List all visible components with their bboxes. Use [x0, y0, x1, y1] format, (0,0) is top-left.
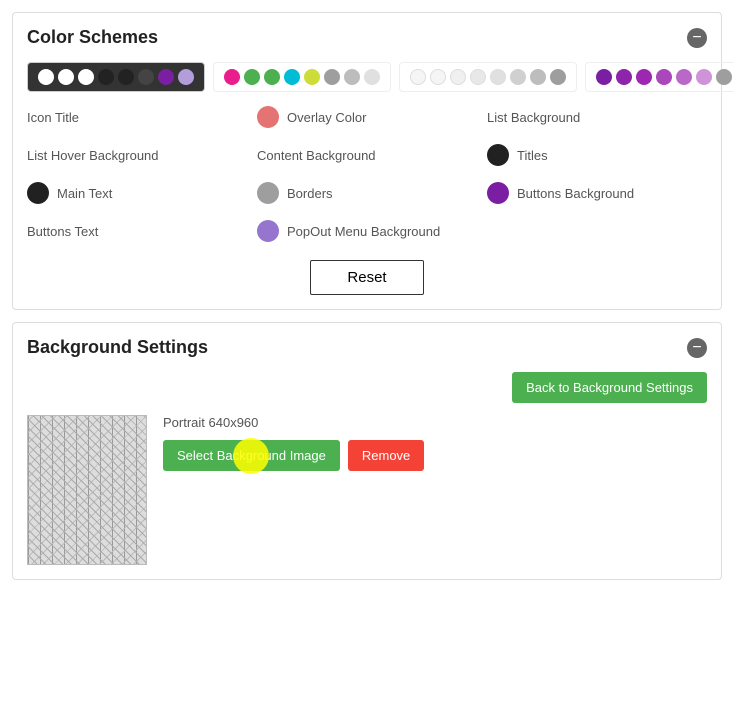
reset-row: Reset	[27, 260, 707, 295]
color-schemes-section: Color Schemes	[12, 12, 722, 310]
color-item-buttons-text: Buttons Text	[27, 220, 247, 242]
color-item-buttons-bg: Buttons Background	[487, 182, 707, 204]
scheme-3-dot-1	[410, 69, 426, 85]
borders-dot	[257, 182, 279, 204]
scheme-3-dot-4	[470, 69, 486, 85]
scheme-4-dot-2	[616, 69, 632, 85]
scheme-1-dot-5	[118, 69, 134, 85]
overlay-color-label: Overlay Color	[287, 110, 366, 125]
color-item-overlay: Overlay Color	[257, 106, 477, 128]
background-settings-header: Background Settings	[27, 337, 707, 358]
list-background-label: List Background	[487, 110, 580, 125]
scheme-3[interactable]	[399, 62, 577, 92]
background-settings-title: Background Settings	[27, 337, 208, 358]
scheme-4-dot-4	[656, 69, 672, 85]
bg-info: Portrait 640x960 Select Background Image…	[163, 415, 424, 471]
scheme-1-dot-1	[38, 69, 54, 85]
main-text-label: Main Text	[57, 186, 112, 201]
scheme-1-dot-7	[158, 69, 174, 85]
color-item-content-bg: Content Background	[257, 144, 477, 166]
back-to-background-button[interactable]: Back to Background Settings	[512, 372, 707, 403]
scheme-1-dot-6	[138, 69, 154, 85]
bg-thumbnail	[27, 415, 147, 565]
color-schemes-header: Color Schemes	[27, 27, 707, 48]
scheme-2-dot-4	[284, 69, 300, 85]
main-text-dot	[27, 182, 49, 204]
bg-thumbnail-pattern	[28, 416, 146, 564]
scheme-4-dot-1	[596, 69, 612, 85]
scheme-3-dot-6	[510, 69, 526, 85]
color-item-popout: PopOut Menu Background	[257, 220, 477, 242]
list-hover-label: List Hover Background	[27, 148, 159, 163]
scheme-4-dot-3	[636, 69, 652, 85]
scheme-4-dot-5	[676, 69, 692, 85]
scheme-2-dot-1	[224, 69, 240, 85]
scheme-1-dot-3	[78, 69, 94, 85]
color-item-empty	[487, 220, 707, 242]
color-schemes-title: Color Schemes	[27, 27, 158, 48]
color-item-titles: Titles	[487, 144, 707, 166]
scheme-2[interactable]	[213, 62, 391, 92]
scheme-2-dot-6	[324, 69, 340, 85]
reset-button[interactable]: Reset	[310, 260, 423, 295]
buttons-text-label: Buttons Text	[27, 224, 98, 239]
scheme-2-dot-7	[344, 69, 360, 85]
portrait-label: Portrait 640x960	[163, 415, 424, 430]
titles-dot	[487, 144, 509, 166]
scheme-3-dot-7	[530, 69, 546, 85]
scheme-4[interactable]	[585, 62, 734, 92]
scheme-selector-row	[27, 62, 707, 92]
scheme-3-dot-2	[430, 69, 446, 85]
back-btn-row: Back to Background Settings	[27, 372, 707, 403]
background-settings-collapse-icon[interactable]	[687, 338, 707, 358]
background-settings-section: Background Settings Back to Background S…	[12, 322, 722, 580]
scheme-1[interactable]	[27, 62, 205, 92]
popout-dot	[257, 220, 279, 242]
color-item-list-hover: List Hover Background	[27, 144, 247, 166]
color-item-icon-title: Icon Title	[27, 106, 247, 128]
scheme-2-dot-5	[304, 69, 320, 85]
scheme-1-dot-4	[98, 69, 114, 85]
content-bg-label: Content Background	[257, 148, 376, 163]
bg-buttons: Select Background Image Remove	[163, 440, 424, 471]
scheme-1-dot-2	[58, 69, 74, 85]
buttons-bg-dot	[487, 182, 509, 204]
bg-image-row: Portrait 640x960 Select Background Image…	[27, 415, 707, 565]
scheme-3-dot-8	[550, 69, 566, 85]
titles-label: Titles	[517, 148, 548, 163]
color-item-borders: Borders	[257, 182, 477, 204]
remove-button[interactable]: Remove	[348, 440, 424, 471]
overlay-color-dot	[257, 106, 279, 128]
scheme-2-dot-3	[264, 69, 280, 85]
popout-label: PopOut Menu Background	[287, 224, 440, 239]
scheme-2-dot-2	[244, 69, 260, 85]
scheme-3-dot-3	[450, 69, 466, 85]
color-items-grid: Icon Title Overlay Color List Background…	[27, 106, 707, 242]
select-background-button[interactable]: Select Background Image	[163, 440, 340, 471]
color-item-list-bg: List Background	[487, 106, 707, 128]
buttons-bg-label: Buttons Background	[517, 186, 634, 201]
scheme-3-dot-5	[490, 69, 506, 85]
scheme-4-dot-7	[716, 69, 732, 85]
borders-label: Borders	[287, 186, 333, 201]
color-schemes-collapse-icon[interactable]	[687, 28, 707, 48]
scheme-2-dot-8	[364, 69, 380, 85]
scheme-1-dot-8	[178, 69, 194, 85]
color-item-main-text: Main Text	[27, 182, 247, 204]
icon-title-label: Icon Title	[27, 110, 79, 125]
scheme-4-dot-6	[696, 69, 712, 85]
